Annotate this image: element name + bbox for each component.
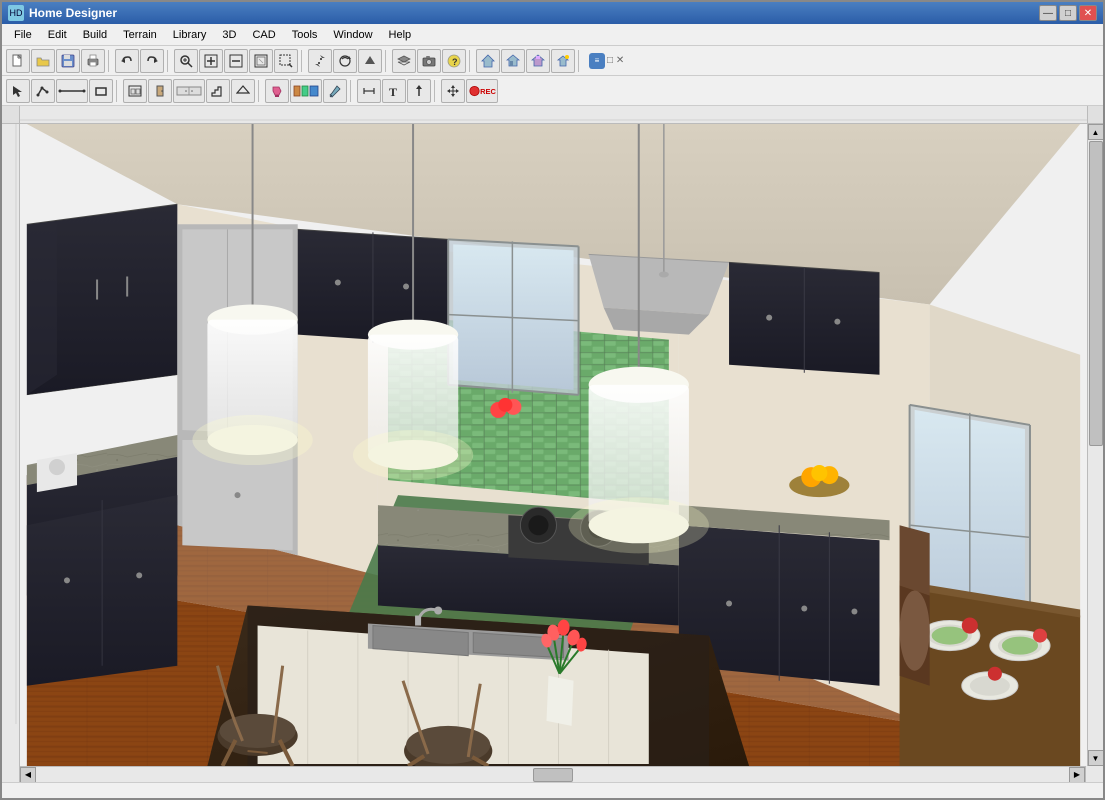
new-button[interactable] — [6, 49, 30, 73]
rectangle-tool-button[interactable] — [89, 79, 113, 103]
line-tool-button[interactable] — [56, 79, 88, 103]
minimize-button[interactable]: — — [1039, 5, 1057, 21]
up-arrow-button[interactable] — [358, 49, 382, 73]
eyedropper-button[interactable] — [323, 79, 347, 103]
svg-text:REC: REC — [480, 86, 496, 95]
ruler-top-row — [20, 106, 1103, 124]
canvas-and-scrollbars: ▲ ▼ — [20, 124, 1103, 766]
transform-button[interactable] — [441, 79, 465, 103]
stairs-button[interactable] — [206, 79, 230, 103]
paint-tool-button[interactable] — [265, 79, 289, 103]
house-view-button[interactable] — [501, 49, 525, 73]
separator-4 — [385, 50, 389, 72]
menu-3d[interactable]: 3D — [214, 27, 244, 43]
rotate-3d-button[interactable] — [333, 49, 357, 73]
ruler-vertical — [2, 106, 20, 782]
separator-2 — [167, 50, 171, 72]
separator-7 — [116, 80, 120, 102]
ruler-horizontal — [20, 106, 1087, 124]
camera-button[interactable] — [417, 49, 441, 73]
maximize-button[interactable]: □ — [1059, 5, 1077, 21]
scroll-right-button[interactable]: ▶ — [1069, 767, 1085, 783]
toolbar-tools: T REC — [2, 76, 1103, 106]
separator-10 — [434, 80, 438, 102]
zoom-magnify-button[interactable] — [174, 49, 198, 73]
separator-9 — [350, 80, 354, 102]
house-3d-button[interactable] — [526, 49, 550, 73]
kitchen-scene-svg — [20, 124, 1087, 766]
scroll-up-button[interactable]: ▲ — [1088, 124, 1104, 140]
ruler-v-marks — [2, 124, 20, 724]
zoom-in-button[interactable] — [199, 49, 223, 73]
canvas-container: ▲ ▼ ◀ — [20, 106, 1103, 782]
toolbar-main: ? ≡ □ ✕ — [2, 46, 1103, 76]
scroll-left-button[interactable]: ◀ — [20, 767, 36, 783]
scrollbar-vertical[interactable]: ▲ ▼ — [1087, 124, 1103, 766]
help-button[interactable]: ? — [442, 49, 466, 73]
separator-8 — [258, 80, 262, 102]
scrollbar-corner — [1085, 766, 1103, 782]
print-button[interactable] — [81, 49, 105, 73]
title-controls: — □ ✕ — [1039, 5, 1097, 21]
open-button[interactable] — [31, 49, 55, 73]
fit-screen-button[interactable] — [249, 49, 273, 73]
menu-file[interactable]: File — [6, 27, 40, 43]
menu-edit[interactable]: Edit — [40, 27, 75, 43]
application-window: HD Home Designer — □ ✕ File Edit Build T… — [0, 0, 1105, 800]
cabinet-button[interactable] — [173, 79, 205, 103]
title-bar: HD Home Designer — □ ✕ — [2, 2, 1103, 24]
zoom-out-button[interactable] — [224, 49, 248, 73]
main-area: ▲ ▼ ◀ — [2, 106, 1103, 782]
scroll-thumb-vertical[interactable] — [1089, 141, 1103, 446]
menu-window[interactable]: Window — [325, 27, 380, 43]
pan-button[interactable] — [308, 49, 332, 73]
svg-text:T: T — [389, 85, 397, 98]
separator-6 — [578, 50, 582, 72]
zoom-region-button[interactable] — [274, 49, 298, 73]
select-tool-button[interactable] — [6, 79, 30, 103]
menu-help[interactable]: Help — [381, 27, 420, 43]
svg-text:?: ? — [452, 57, 458, 67]
dimension-button[interactable] — [357, 79, 381, 103]
scrollbar-horizontal[interactable]: ◀ ▶ — [20, 766, 1085, 782]
bottom-row: ◀ ▶ — [20, 766, 1103, 782]
menu-terrain[interactable]: Terrain — [115, 27, 165, 43]
ruler-h-marks — [20, 106, 1087, 124]
close-button[interactable]: ✕ — [1079, 5, 1097, 21]
separator-5 — [469, 50, 473, 72]
menu-cad[interactable]: CAD — [244, 27, 283, 43]
menu-library[interactable]: Library — [165, 27, 215, 43]
status-bar — [2, 782, 1103, 798]
door-button[interactable] — [148, 79, 172, 103]
extra-controls: ≡ — [589, 53, 605, 69]
record-button[interactable]: REC — [466, 79, 498, 103]
polyline-tool-button[interactable] — [31, 79, 55, 103]
undo-button[interactable] — [115, 49, 139, 73]
house-sun-button[interactable] — [551, 49, 575, 73]
menu-build[interactable]: Build — [75, 27, 115, 43]
house-basic-button[interactable] — [476, 49, 500, 73]
app-icon: HD — [8, 5, 24, 21]
menu-bar: File Edit Build Terrain Library 3D CAD T… — [2, 24, 1103, 46]
roof-button[interactable] — [231, 79, 255, 103]
scroll-down-button[interactable]: ▼ — [1088, 750, 1104, 766]
material-button[interactable] — [290, 79, 322, 103]
house-floor-button[interactable] — [123, 79, 147, 103]
window-title: Home Designer — [29, 6, 1039, 20]
separator-1 — [108, 50, 112, 72]
arrow-up-tool-button[interactable] — [407, 79, 431, 103]
layers-button[interactable] — [392, 49, 416, 73]
text-tool-button[interactable]: T — [382, 79, 406, 103]
save-button[interactable] — [56, 49, 80, 73]
menu-tools[interactable]: Tools — [284, 27, 326, 43]
scroll-thumb-horizontal[interactable] — [533, 768, 573, 782]
redo-button[interactable] — [140, 49, 164, 73]
ruler-corner — [1087, 106, 1103, 124]
window-controls-text: □ ✕ — [607, 55, 624, 66]
viewport-3d[interactable] — [20, 124, 1087, 766]
separator-3 — [301, 50, 305, 72]
